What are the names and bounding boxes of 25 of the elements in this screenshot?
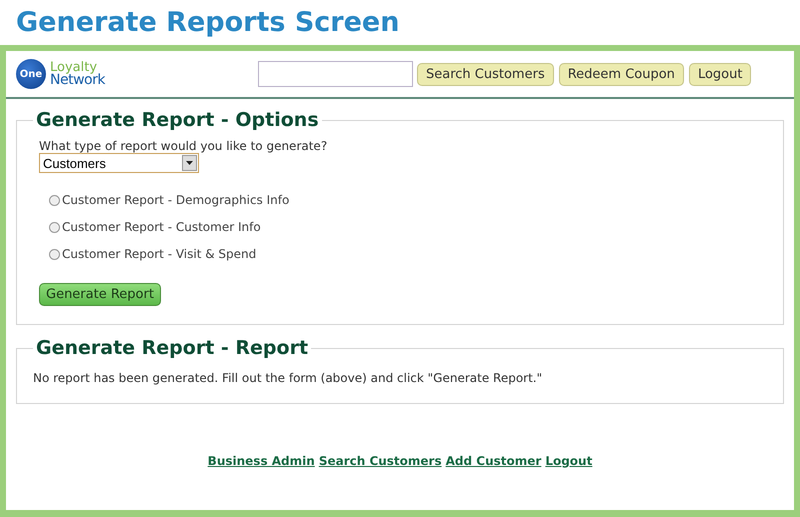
page-title: Generate Reports Screen xyxy=(15,6,400,40)
header-button[interactable]: Search Customers xyxy=(417,62,554,86)
search-field[interactable] xyxy=(258,61,413,87)
header-button[interactable]: Redeem Coupon xyxy=(558,62,684,86)
radio-label: Customer Report - Visit & Spend xyxy=(62,247,256,261)
radio-label: Customer Report - Demographics Info xyxy=(62,193,290,207)
radio-button[interactable] xyxy=(49,222,60,232)
footer-link[interactable]: Logout xyxy=(545,454,592,468)
radio-button[interactable] xyxy=(49,248,60,260)
report-type-select[interactable]: Customers xyxy=(39,153,199,173)
report-message: No report has been generated. Fill out the form (above) and click "Generate Report." xyxy=(33,371,544,385)
logo-text: Network xyxy=(50,74,105,87)
footer-link[interactable]: Add Customer xyxy=(446,454,542,468)
panel-legend: Generate Report - Report xyxy=(33,337,312,359)
footer-link[interactable]: Search Customers xyxy=(318,454,442,468)
radio-button[interactable] xyxy=(49,194,60,206)
logo-text: Loyalty xyxy=(50,61,98,74)
generate-report-button[interactable]: Generate Report xyxy=(39,283,161,306)
panel-legend: Generate Report - Options xyxy=(33,109,322,131)
footer-link[interactable]: Business Admin xyxy=(208,454,315,468)
question-text: What type of report would you like to generate? xyxy=(39,139,328,153)
logo-badge: One xyxy=(16,59,46,89)
radio-label: Customer Report - Customer Info xyxy=(62,220,261,234)
caret-icon xyxy=(186,161,193,165)
header-button[interactable]: Logout xyxy=(688,62,752,86)
